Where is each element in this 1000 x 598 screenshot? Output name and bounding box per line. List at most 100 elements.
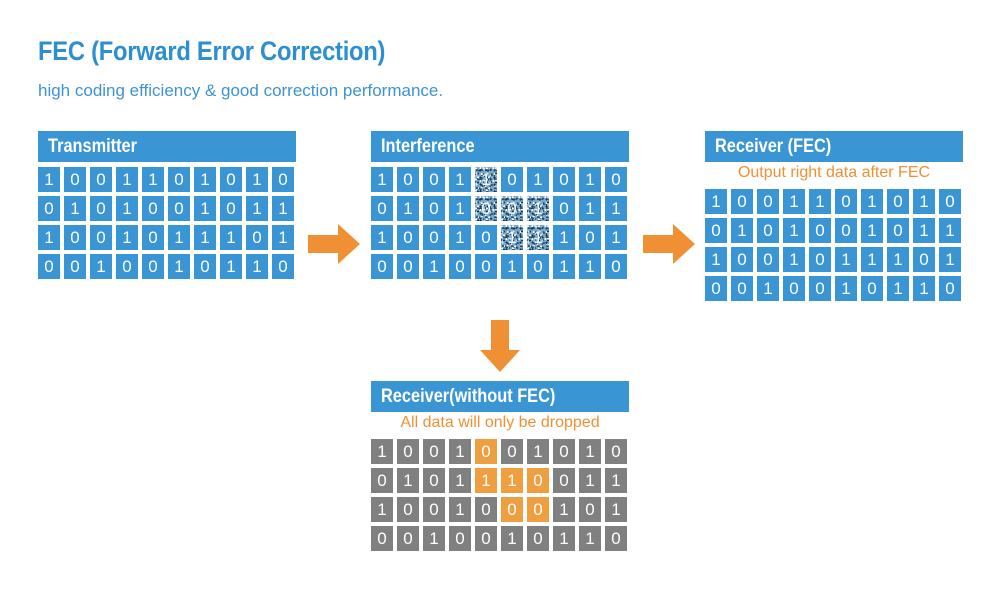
bit-cell: 0 [501,439,523,464]
bit-cell: 1 [220,254,242,279]
bit-cell: 0 [90,225,112,250]
bit-cell: 0 [371,468,393,493]
bit-value: 1 [455,170,465,189]
bit-row: 1001000101 [371,497,629,526]
bit-cell: 1 [246,167,268,192]
bit-value: 0 [815,250,825,269]
bit-value: 1 [611,228,621,247]
bit-value: 1 [481,471,491,490]
bit-cell: 0 [731,247,753,272]
bit-value: 1 [507,228,517,247]
bit-grid-transmitter: 1001101010010100101110010111010010010110 [38,167,296,283]
bit-cell: 1 [501,526,523,551]
bit-cell: 1 [116,167,138,192]
bit-value: 0 [429,170,439,189]
bit-value: 0 [377,199,387,218]
bit-cell: 0 [939,276,961,301]
bit-cell: 1 [272,196,294,221]
bit-cell: 1 [579,439,601,464]
bit-cell: 1 [939,218,961,243]
bit-value: 0 [533,529,543,548]
bit-value: 1 [122,170,132,189]
bit-cell: 0 [731,276,753,301]
bit-value: 1 [945,250,955,269]
bit-value: 1 [200,199,210,218]
bit-cell: 1 [579,254,601,279]
bit-cell: 1 [809,189,831,214]
bit-cell: 1 [501,225,523,250]
bit-cell: 1 [553,526,575,551]
bit-cell: 1 [887,247,909,272]
bit-value: 0 [507,500,517,519]
bit-cell: 1 [371,439,393,464]
bit-value: 1 [122,199,132,218]
bit-cell: 1 [475,167,497,192]
bit-value: 1 [507,471,517,490]
bit-value: 1 [711,192,721,211]
bit-cell: 1 [449,225,471,250]
bit-value: 1 [455,471,465,490]
bit-cell: 1 [38,225,60,250]
bit-cell: 0 [527,526,549,551]
bit-value: 0 [44,257,54,276]
panel-header-receiver-fec: Receiver (FEC) [705,131,963,162]
bit-value: 1 [174,228,184,247]
bit-row: 1001001010 [371,439,629,468]
bit-cell: 1 [272,225,294,250]
bit-cell: 1 [835,247,857,272]
bit-cell: 1 [605,196,627,221]
bit-cell: 1 [913,189,935,214]
bit-cell: 0 [168,167,190,192]
bit-row: 0010010110 [705,276,963,305]
bit-value: 0 [841,221,851,240]
bit-value: 0 [507,442,517,461]
bit-value: 0 [481,529,491,548]
bit-row: 0101001011 [705,218,963,247]
bit-cell: 0 [501,167,523,192]
bit-value: 0 [559,471,569,490]
panel-header-label: Transmitter [48,136,137,157]
bit-cell: 0 [527,497,549,522]
bit-value: 0 [815,279,825,298]
bit-value: 0 [403,228,413,247]
bit-cell: 0 [579,225,601,250]
bit-cell: 0 [605,439,627,464]
bit-cell: 0 [913,247,935,272]
bit-cell: 0 [423,468,445,493]
bit-cell: 0 [220,167,242,192]
bit-value: 0 [533,257,543,276]
bit-value: 0 [559,442,569,461]
bit-value: 1 [44,170,54,189]
bit-cell: 0 [397,439,419,464]
bit-value: 0 [403,170,413,189]
bit-value: 1 [455,199,465,218]
bit-cell: 0 [371,254,393,279]
bit-value: 1 [919,192,929,211]
bit-cell: 1 [527,439,549,464]
bit-cell: 1 [527,196,549,221]
bit-cell: 1 [731,218,753,243]
bit-value: 0 [585,500,595,519]
bit-value: 0 [70,170,80,189]
bit-row: 1001101010 [705,189,963,218]
bit-cell: 1 [90,254,112,279]
bit-value: 1 [585,471,595,490]
arrow-right-icon-transmitter-to-interference [308,224,360,264]
bit-value: 1 [611,500,621,519]
bit-value: 1 [252,257,262,276]
bit-cell: 0 [605,526,627,551]
bit-row: 0101110011 [371,468,629,497]
bit-value: 1 [481,170,491,189]
bit-value: 0 [867,279,877,298]
bit-cell: 0 [397,167,419,192]
bit-cell: 1 [527,167,549,192]
bit-value: 0 [711,221,721,240]
bit-cell: 0 [887,218,909,243]
bit-cell: 0 [605,254,627,279]
bit-cell: 0 [809,218,831,243]
bit-value: 0 [377,257,387,276]
bit-cell: 0 [553,167,575,192]
bit-cell: 0 [423,497,445,522]
bit-value: 1 [377,228,387,247]
bit-cell: 0 [449,254,471,279]
